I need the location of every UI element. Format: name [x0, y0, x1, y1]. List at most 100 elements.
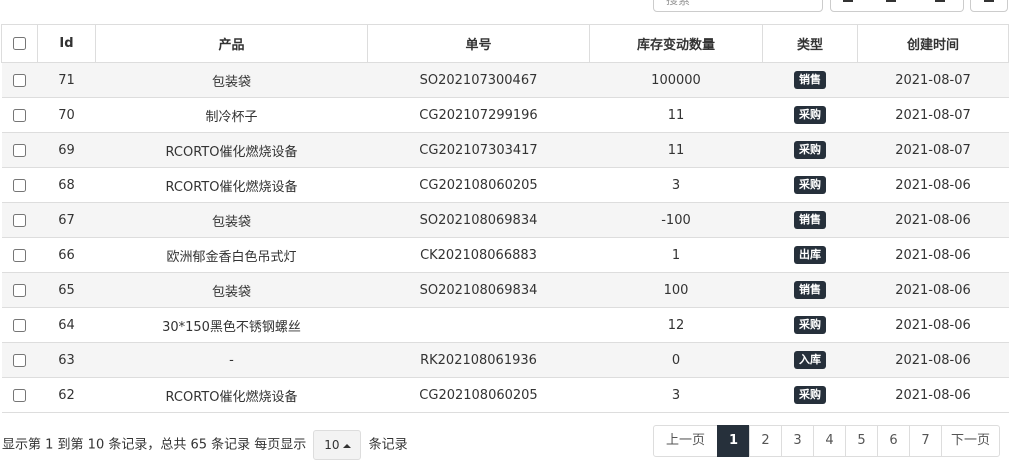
type-badge: 采购	[794, 141, 826, 159]
next-page-button[interactable]: 下一页	[941, 425, 1000, 457]
cell-order-no: CG202107299196	[367, 97, 590, 133]
cell-order-no: SO202108069834	[367, 202, 590, 238]
select-all-header	[1, 24, 38, 63]
page-size-dropdown[interactable]: 10	[313, 430, 362, 460]
page-button[interactable]: 7	[909, 425, 942, 457]
type-badge: 销售	[794, 281, 826, 299]
cell-order-no: SO202108069834	[367, 272, 590, 308]
cell-created: 2021-08-07	[857, 62, 1009, 98]
cell-created: 2021-08-06	[857, 237, 1009, 273]
cell-type: 采购	[762, 307, 858, 343]
cell-type: 采购	[762, 132, 858, 168]
columns-button[interactable]	[916, 0, 964, 12]
table-row[interactable]: 65 包装袋 SO202108069834 100 销售 2021-08-06	[1, 272, 1009, 308]
prev-page-button[interactable]: 上一页	[653, 425, 718, 457]
row-checkbox[interactable]	[13, 248, 26, 262]
type-badge: 销售	[794, 71, 826, 89]
cell-product: 欧洲郁金香白色吊式灯	[95, 237, 368, 273]
table-row[interactable]: 63- RK202108061936 0 入库 2021-08-06	[1, 342, 1009, 378]
row-checkbox[interactable]	[13, 213, 26, 227]
cell-quantity: 12	[589, 307, 763, 343]
cell-product: 包装袋	[95, 272, 368, 308]
cell-order-no	[367, 307, 590, 343]
table-row[interactable]: 67 包装袋 SO202108069834 -100 销售 2021-08-06	[1, 202, 1009, 238]
search-button[interactable]	[970, 0, 1008, 12]
toggle-view-button[interactable]	[865, 0, 917, 12]
cell-type: 采购	[762, 167, 858, 203]
type-badge: 采购	[794, 316, 826, 334]
cell-product: 包装袋	[95, 62, 368, 98]
table-row[interactable]: 64 30*150黑色不锈钢螺丝 12 采购 2021-08-06	[1, 307, 1009, 343]
page-button[interactable]: 2	[749, 425, 782, 457]
table-row[interactable]: 66 欧洲郁金香白色吊式灯 CK202108066883 1 出库 2021-08-06	[1, 237, 1009, 273]
table-row[interactable]: 69 RCORTO催化燃烧设备 CG202107303417 11 采购 2021-08-…	[1, 132, 1009, 168]
page-button[interactable]: 4	[813, 425, 846, 457]
search-icon	[984, 0, 994, 2]
page-button[interactable]: 6	[877, 425, 910, 457]
table-toolbar: 搜索	[0, 0, 1023, 14]
row-select-cell	[1, 97, 38, 133]
type-badge: 入库	[794, 351, 826, 369]
pagination-info: 显示第 1 到第 10 条记录，总共 65 条记录 每页显示 10 条记录	[2, 430, 408, 460]
type-badge: 采购	[794, 106, 826, 124]
header-product[interactable]: 产品	[95, 24, 368, 63]
cell-type: 销售	[762, 202, 858, 238]
row-select-cell	[1, 62, 38, 98]
table-header-row: Id 产品 单号 库存变动数量 类型 创建时间	[1, 24, 1009, 63]
pagination-info-prefix: 显示第 1 到第 10 条记录，总共 65 条记录 每页显示	[2, 437, 307, 453]
row-checkbox[interactable]	[13, 388, 26, 402]
cell-product: RCORTO催化燃烧设备	[95, 377, 368, 413]
refresh-button[interactable]	[830, 0, 866, 12]
row-checkbox[interactable]	[13, 318, 26, 332]
row-checkbox[interactable]	[13, 143, 26, 157]
caret-up-icon	[342, 443, 351, 448]
row-checkbox[interactable]	[13, 283, 26, 297]
header-type[interactable]: 类型	[762, 24, 858, 63]
row-select-cell	[1, 237, 38, 273]
row-select-cell	[1, 342, 38, 378]
columns-icon	[934, 0, 945, 2]
row-checkbox[interactable]	[13, 108, 26, 122]
table-row[interactable]: 70 制冷杯子 CG202107299196 11 采购 2021-08-07	[1, 97, 1009, 133]
table-row[interactable]: 62 RCORTO催化燃烧设备 CG202108060205 3 采购 2021-08-0…	[1, 377, 1009, 413]
cell-quantity: 11	[589, 132, 763, 168]
header-created[interactable]: 创建时间	[857, 24, 1009, 63]
cell-id: 67	[37, 202, 96, 238]
table-row[interactable]: 71 包装袋 SO202107300467 100000 销售 2021-08-07	[1, 62, 1009, 98]
cell-id: 70	[37, 97, 96, 133]
cell-product: 包装袋	[95, 202, 368, 238]
cell-product: -	[95, 342, 368, 378]
cell-type: 入库	[762, 342, 858, 378]
row-checkbox[interactable]	[13, 353, 26, 367]
header-quantity[interactable]: 库存变动数量	[589, 24, 763, 63]
row-checkbox[interactable]	[13, 73, 26, 87]
cell-created: 2021-08-06	[857, 342, 1009, 378]
type-badge: 销售	[794, 211, 826, 229]
search-input[interactable]: 搜索	[653, 0, 823, 12]
select-all-checkbox[interactable]	[13, 37, 26, 50]
row-checkbox[interactable]	[13, 178, 26, 192]
header-id[interactable]: Id	[37, 24, 96, 63]
row-select-cell	[1, 307, 38, 343]
cell-quantity: 1	[589, 237, 763, 273]
cell-created: 2021-08-06	[857, 307, 1009, 343]
cell-type: 采购	[762, 377, 858, 413]
cell-id: 69	[37, 132, 96, 168]
cell-created: 2021-08-06	[857, 167, 1009, 203]
page-button[interactable]: 1	[717, 425, 750, 457]
cell-type: 销售	[762, 62, 858, 98]
cell-order-no: RK202108061936	[367, 342, 590, 378]
cell-order-no: CG202107303417	[367, 132, 590, 168]
table-body: 71 包装袋 SO202107300467 100000 销售 2021-08-07 70 制…	[1, 62, 1009, 413]
type-badge: 采购	[794, 386, 826, 404]
table-row[interactable]: 68 RCORTO催化燃烧设备 CG202108060205 3 采购 2021-08-0…	[1, 167, 1009, 203]
cell-product: 制冷杯子	[95, 97, 368, 133]
page-button[interactable]: 5	[845, 425, 878, 457]
page-size-value: 10	[324, 438, 340, 452]
cell-quantity: 100	[589, 272, 763, 308]
header-order-no[interactable]: 单号	[367, 24, 590, 63]
cell-id: 66	[37, 237, 96, 273]
page-button[interactable]: 3	[781, 425, 814, 457]
cell-created: 2021-08-06	[857, 202, 1009, 238]
search-placeholder: 搜索	[666, 0, 691, 7]
